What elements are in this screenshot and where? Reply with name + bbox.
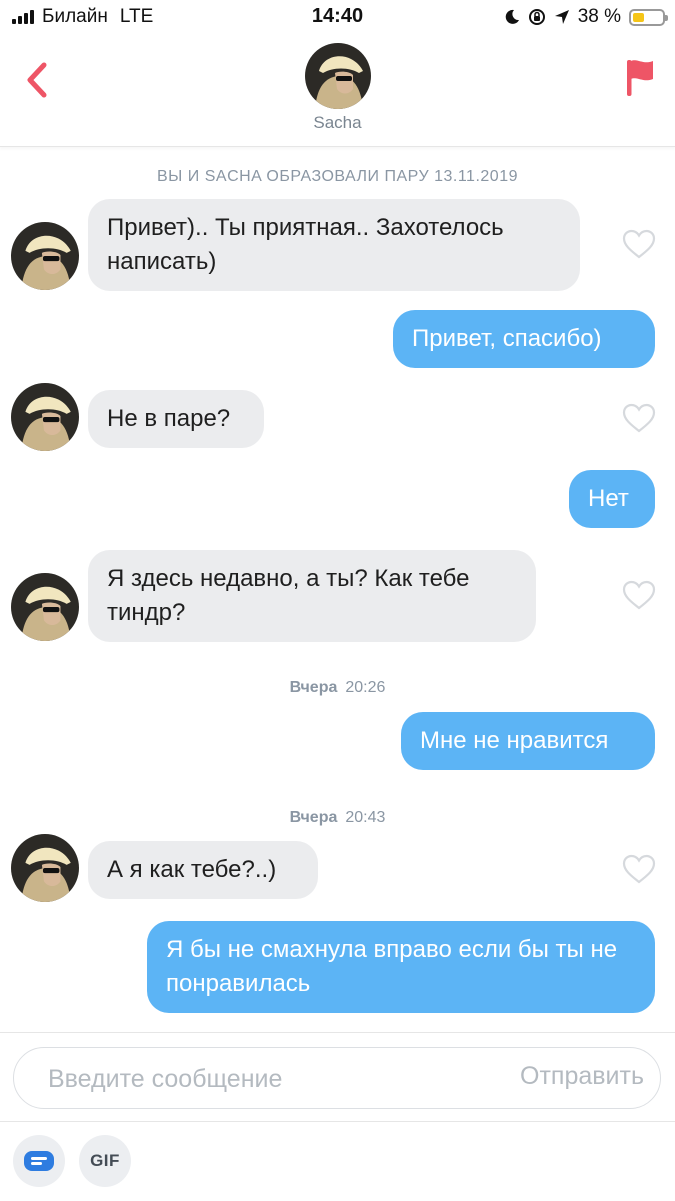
sticker-button[interactable] — [13, 1135, 65, 1187]
message-bubble[interactable]: Нет — [569, 470, 655, 528]
message-input-container[interactable]: Отправить — [13, 1047, 661, 1109]
battery-icon — [629, 8, 668, 26]
message-list[interactable]: ВЫ И SACHA ОБРАЗОВАЛИ ПАРУ 13.11.2019 Пр… — [0, 147, 675, 1032]
back-button[interactable] — [18, 56, 58, 104]
heart-icon[interactable] — [622, 403, 656, 433]
avatar-image — [305, 43, 371, 109]
message-bubble[interactable]: Привет, спасибо) — [393, 310, 655, 368]
sender-avatar[interactable] — [11, 222, 79, 290]
gif-label: GIF — [90, 1151, 120, 1170]
message-bubble[interactable]: Не в паре? — [88, 390, 264, 448]
report-button[interactable] — [623, 56, 657, 100]
composer: Отправить GIF — [0, 1032, 675, 1201]
battery-percent: 38 % — [577, 6, 621, 27]
message-bubble[interactable]: А я как тебе?..) — [88, 841, 318, 899]
sender-avatar[interactable] — [11, 834, 79, 902]
send-button[interactable]: Отправить — [520, 1062, 644, 1091]
rotation-lock-icon — [528, 9, 545, 25]
match-note: ВЫ И SACHA ОБРАЗОВАЛИ ПАРУ 13.11.2019 — [157, 168, 518, 185]
status-bar: Билайн LTE 14:40 38 % — [0, 0, 675, 34]
message-input[interactable] — [46, 1058, 470, 1100]
sticker-icon — [24, 1151, 54, 1171]
timestamp: Вчера 20:26 — [0, 679, 675, 697]
timestamp: Вчера 20:43 — [0, 809, 675, 827]
sender-avatar[interactable] — [11, 383, 79, 451]
message-bubble[interactable]: Я бы не смахнула вправо если бы ты не по… — [147, 921, 655, 1013]
heart-icon[interactable] — [622, 580, 656, 610]
flag-icon — [627, 60, 653, 96]
heart-icon[interactable] — [622, 229, 656, 259]
profile-avatar[interactable] — [305, 43, 371, 109]
profile-name: Sacha — [313, 113, 362, 132]
timestamp-time: 20:43 — [345, 809, 386, 826]
location-icon — [554, 10, 569, 24]
message-bubble[interactable]: Я здесь недавно, а ты? Как тебе тиндр? — [88, 550, 536, 642]
timestamp-day: Вчера — [289, 679, 338, 696]
moon-icon — [505, 9, 519, 24]
gif-button[interactable]: GIF — [79, 1135, 131, 1187]
divider — [0, 1121, 675, 1122]
timestamp-time: 20:26 — [345, 679, 386, 696]
message-bubble[interactable]: Привет).. Ты приятная.. Захотелось напис… — [88, 199, 580, 291]
chat-header: Sacha — [0, 34, 675, 147]
timestamp-day: Вчера — [289, 809, 338, 826]
status-right: 38 % — [504, 6, 668, 28]
chevron-left-icon — [27, 62, 47, 98]
message-bubble[interactable]: Мне не нравится — [401, 712, 655, 770]
sender-avatar[interactable] — [11, 573, 79, 641]
heart-icon[interactable] — [622, 854, 656, 884]
